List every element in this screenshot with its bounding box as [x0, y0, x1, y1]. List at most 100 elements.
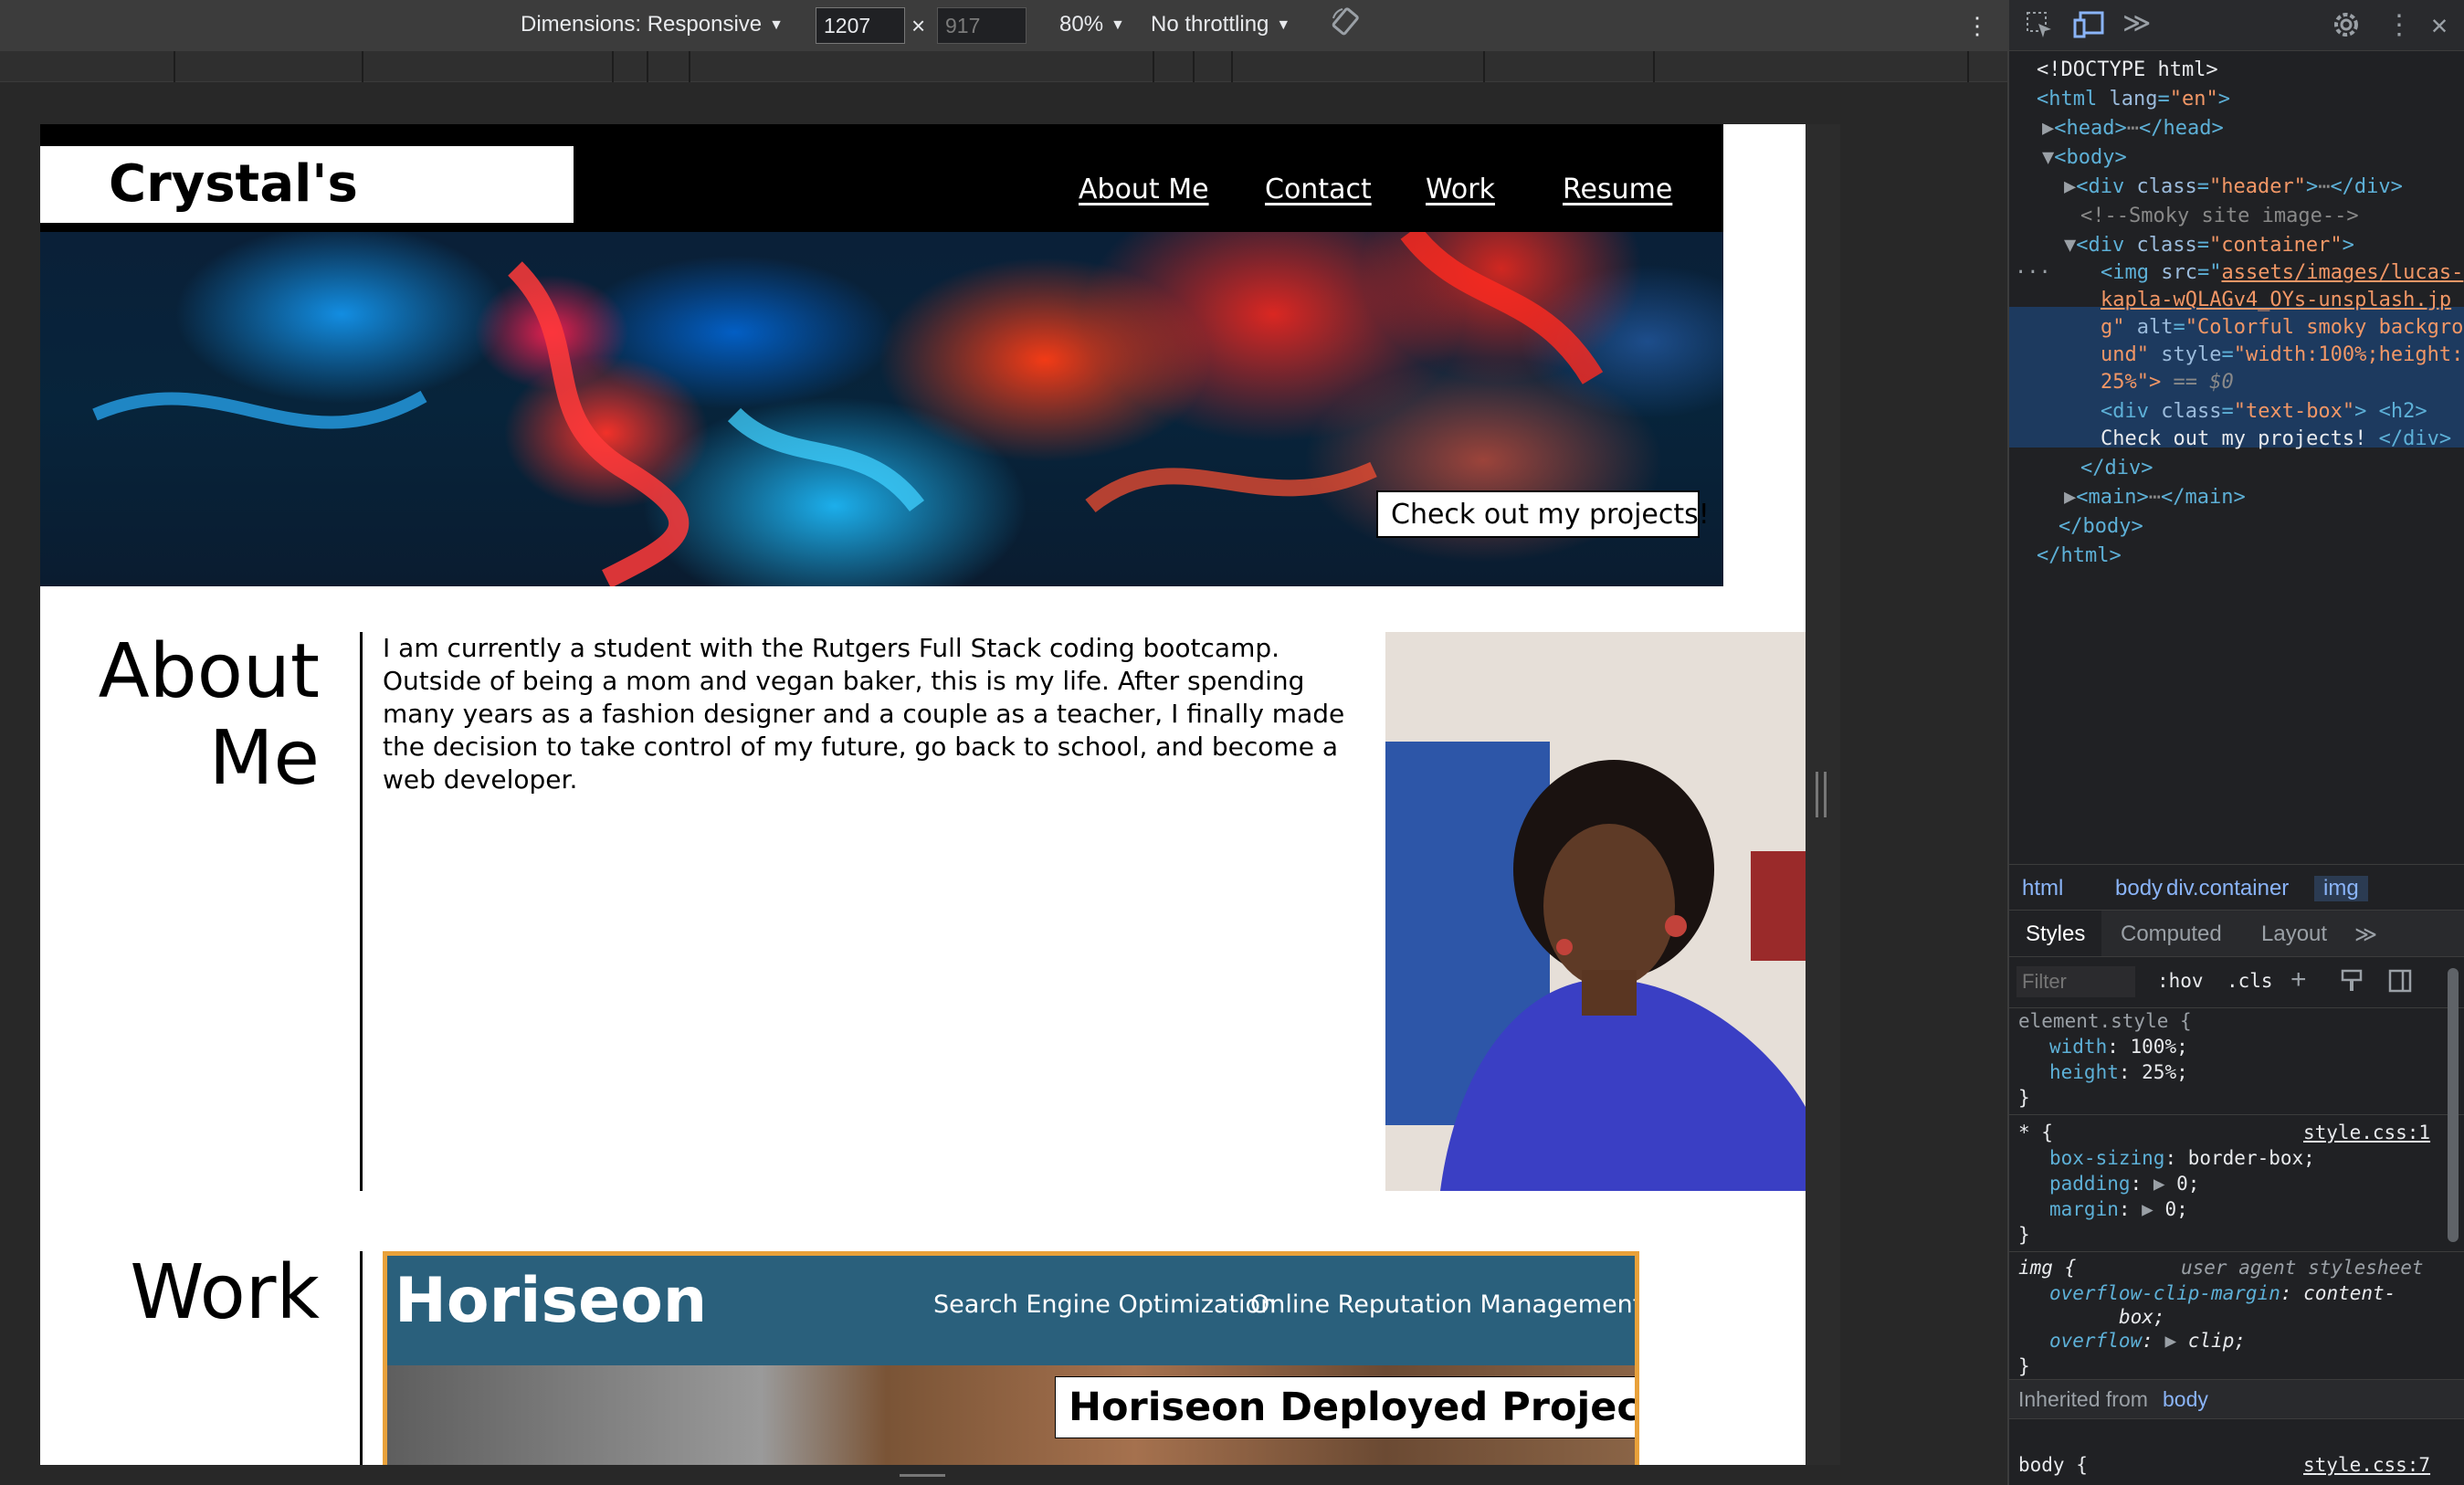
styles-filter-input[interactable] [2016, 966, 2135, 997]
settings-icon[interactable] [2331, 9, 2362, 47]
breadcrumb: html body div.container img [2009, 864, 2464, 910]
dom-head[interactable]: ▶<head>⋯</head> [2042, 115, 2224, 142]
rule-close-brace: } [2018, 1355, 2030, 1377]
tab-layout[interactable]: Layout [2261, 922, 2327, 947]
dom-html[interactable]: <html lang="en"> [2037, 86, 2230, 113]
star-selector[interactable]: * { [2018, 1120, 2053, 1145]
new-rule-icon[interactable]: + [2290, 964, 2307, 995]
dom-doctype[interactable]: <!DOCTYPE html> [2037, 57, 2218, 84]
nav-about-me[interactable]: About Me [1079, 174, 1209, 205]
style-prop-overflow-clip-margin: overflow-clip-margin: content- [2049, 1282, 2396, 1304]
style-prop-width[interactable]: width: 100%; [2049, 1034, 2188, 1059]
dimensions-dropdown[interactable]: Dimensions: Responsive [521, 12, 784, 37]
sidebar-toggle-icon[interactable] [2387, 968, 2413, 1000]
ruler-tick [689, 51, 690, 82]
elements-dom-tree: <!DOCTYPE html> <html lang="en"> ▶<head>… [2009, 51, 2464, 864]
style-prop-margin[interactable]: margin: ▶ 0; [2049, 1196, 2188, 1222]
rotate-icon[interactable] [1330, 5, 1363, 45]
styles-pane: element.style { width: 100%; height: 25%… [2009, 1008, 2464, 1485]
work-heading: Work [130, 1249, 320, 1336]
body-source-link[interactable]: style.css:7 [2303, 1452, 2430, 1478]
styles-filter-bar: :hov .cls + [2009, 957, 2464, 1008]
styles-tabbar: Styles Computed Layout ≫ [2009, 910, 2464, 957]
times-sign: × [911, 12, 926, 39]
dom-img-line4[interactable]: und" style="width:100%;height: [2101, 342, 2463, 369]
dom-text-box-line1[interactable]: <div class="text-box"> <h2> [2101, 398, 2427, 426]
dom-node-actions-icon[interactable]: ··· [2015, 259, 2051, 287]
dom-img-line2[interactable]: kapla-wQLAGv4_OYs-unsplash.jp [2101, 287, 2451, 314]
dom-comment[interactable]: <!--Smoky site image--> [2080, 203, 2359, 230]
device-emulation-area: Dimensions: Responsive 1207 × 917 80% No… [0, 0, 2007, 1485]
hero-text-box: Check out my projects! [1376, 490, 1710, 538]
throttling-dropdown[interactable]: No throttling [1151, 12, 1290, 37]
dom-main[interactable]: ▶<main>⋯</main> [2064, 484, 2246, 511]
star-source-link[interactable]: style.css:1 [2303, 1120, 2430, 1145]
page-viewport: Crystal's Portfolio About Me Contact Wor… [40, 124, 1806, 1465]
about-photo [1385, 632, 1806, 1191]
dom-img-line5[interactable]: 25%"> == $0 [2101, 369, 2234, 396]
dom-body-close[interactable]: </body> [2059, 513, 2143, 541]
viewport-bottom-resize-handle[interactable] [900, 1474, 945, 1480]
dom-img-line3[interactable]: g" alt="Colorful smoky backgro [2101, 314, 2463, 342]
hov-toggle[interactable]: :hov [2157, 970, 2204, 992]
dom-container-close[interactable]: </div> [2080, 455, 2153, 482]
dom-body[interactable]: ▼<body> [2042, 144, 2127, 172]
breadcrumb-img[interactable]: img [2314, 876, 2368, 901]
viewport-resize-handle[interactable] [1816, 772, 1827, 817]
close-icon[interactable]: ✕ [2431, 9, 2448, 41]
about-divider [360, 632, 363, 1191]
devtools-toolbar: ≫ ⋮ ✕ [2009, 0, 2464, 51]
dom-img-line1[interactable]: <img src="assets/images/lucas- [2101, 259, 2463, 287]
style-prop-box-sizing[interactable]: box-sizing: border-box; [2049, 1145, 2315, 1171]
ruler-tick [1193, 51, 1195, 82]
style-prop-height[interactable]: height: 25%; [2049, 1059, 2188, 1085]
zoom-dropdown[interactable]: 80% [1059, 12, 1125, 37]
rule-separator [2009, 1251, 2464, 1252]
site-header: Crystal's Portfolio About Me Contact Wor… [40, 124, 1723, 275]
style-prop-overflow-clip-margin-cont: box; [2119, 1306, 2165, 1328]
about-heading-line2: Me [208, 715, 320, 803]
rule-close-brace: } [2018, 1224, 2030, 1246]
inherited-label: Inherited from [2018, 1387, 2148, 1411]
work-divider [360, 1251, 363, 1465]
dom-text-box-line2[interactable]: Check out my projects! </div> [2101, 426, 2451, 453]
tab-styles[interactable]: Styles [2009, 911, 2102, 956]
project-card-horiseon[interactable]: Horiseon Search Engine Optimization Onli… [383, 1251, 1639, 1465]
more-panels-icon[interactable]: ≫ [2122, 7, 2151, 39]
breadcrumb-html[interactable]: html [2022, 876, 2063, 901]
nav-contact[interactable]: Contact [1265, 174, 1372, 205]
breadcrumb-body[interactable]: body [2115, 876, 2163, 901]
kebab-icon[interactable]: ⋮ [2385, 9, 2413, 41]
tab-computed[interactable]: Computed [2121, 922, 2222, 947]
inherited-from-link[interactable]: body [2163, 1386, 2208, 1412]
dom-div-container[interactable]: ▼<div class="container"> [2064, 232, 2354, 259]
ruler-tick [647, 51, 648, 82]
nav-work[interactable]: Work [1426, 174, 1495, 205]
dom-html-close[interactable]: </html> [2037, 542, 2122, 570]
project-logo: Horiseon [395, 1265, 708, 1337]
ruler-tick [174, 51, 175, 82]
inspect-icon[interactable] [2024, 9, 2055, 47]
nav-resume[interactable]: Resume [1563, 174, 1672, 205]
element-style-selector[interactable]: element.style { [2018, 1008, 2192, 1034]
ruler-tick [612, 51, 614, 82]
device-toggle-icon[interactable] [2073, 9, 2106, 47]
more-tabs-icon[interactable]: ≫ [2354, 922, 2377, 948]
breadcrumb-div-container[interactable]: div.container [2166, 876, 2289, 901]
project-nav-orm: Online Reputation Management [1250, 1290, 1639, 1319]
body-selector[interactable]: body { [2018, 1452, 2088, 1478]
styles-scrollbar[interactable] [2448, 968, 2459, 1242]
media-query-ruler[interactable] [0, 51, 2007, 82]
style-prop-padding[interactable]: padding: ▶ 0; [2049, 1171, 2199, 1196]
project-banner-image: Horiseon Deployed Project [387, 1365, 1635, 1465]
height-input[interactable]: 917 [937, 7, 1027, 44]
dom-div-header[interactable]: ▶<div class="header">⋯</div> [2064, 174, 2403, 201]
paint-brush-icon[interactable] [2340, 968, 2364, 1000]
project-header: Horiseon Search Engine Optimization Onli… [387, 1256, 1635, 1365]
site-title: Crystal's Portfolio [40, 146, 574, 275]
ruler-tick [362, 51, 363, 82]
width-input[interactable]: 1207 [816, 7, 905, 44]
device-toolbar-more-icon[interactable]: ⋮ [1965, 12, 1989, 40]
img-selector[interactable]: img { [2018, 1255, 2076, 1280]
cls-toggle[interactable]: .cls [2227, 970, 2273, 992]
